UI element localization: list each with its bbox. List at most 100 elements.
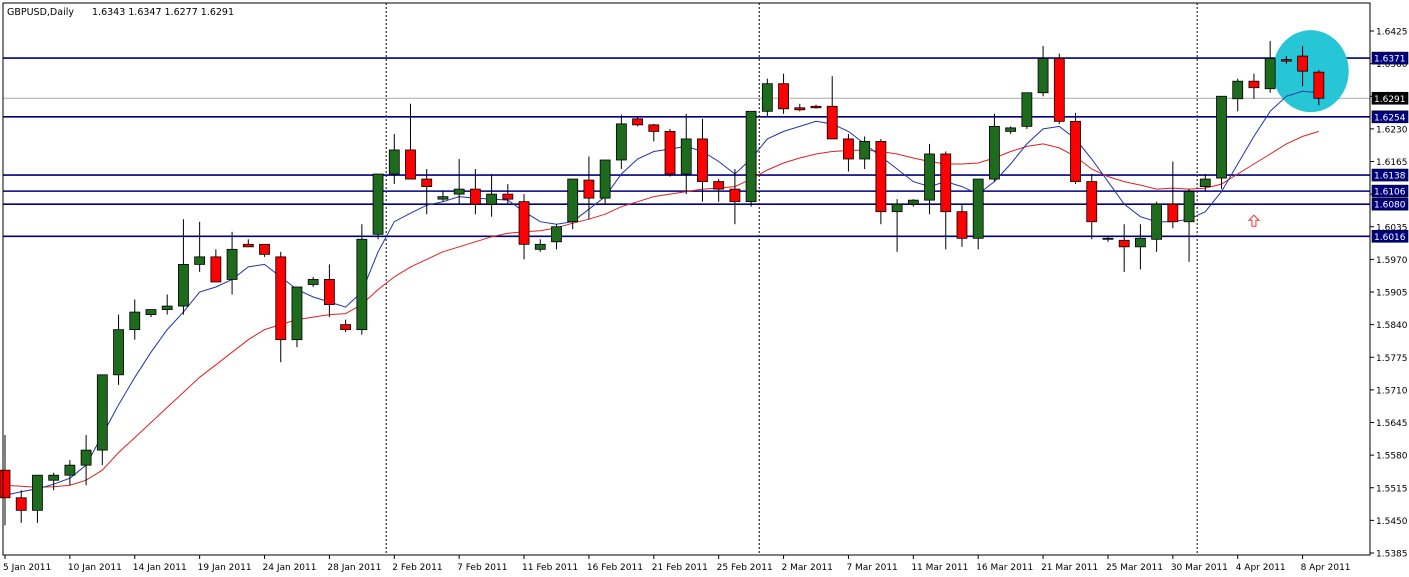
chart-ohlc-label: 1.6343 1.6347 1.6277 1.6291 bbox=[92, 7, 234, 18]
y-tick-label: 1.5970 bbox=[1376, 256, 1408, 266]
bear-candle-body bbox=[940, 153, 952, 213]
candle bbox=[1021, 92, 1033, 129]
bear-candle-body bbox=[1070, 120, 1081, 182]
candlestick-chart[interactable]: 1.64251.63601.62951.62301.61651.61001.60… bbox=[0, 0, 1409, 573]
y-tick-label: 1.5450 bbox=[1376, 517, 1408, 527]
level-price-tag: 1.6138 bbox=[1374, 172, 1406, 182]
bear-candle-body bbox=[632, 118, 643, 126]
bull-candle-body bbox=[615, 123, 627, 161]
x-tick-label: 10 Jan 2011 bbox=[68, 563, 122, 573]
y-tick-label: 1.5515 bbox=[1376, 484, 1408, 494]
bear-candle-body bbox=[518, 201, 530, 245]
bull-candle-body bbox=[226, 248, 238, 280]
y-tick-label: 1.5385 bbox=[1376, 550, 1408, 560]
x-tick-label: 4 Apr 2011 bbox=[1236, 563, 1286, 573]
bear-candle-body bbox=[1118, 239, 1130, 248]
y-tick-label: 1.5775 bbox=[1376, 354, 1408, 364]
x-tick-label: 11 Feb 2011 bbox=[522, 563, 578, 573]
level-price-tag: 1.6106 bbox=[1374, 188, 1406, 198]
x-tick-label: 21 Mar 2011 bbox=[1041, 563, 1098, 573]
candle bbox=[1216, 95, 1227, 190]
x-tick-label: 16 Feb 2011 bbox=[587, 563, 643, 573]
x-tick-label: 24 Jan 2011 bbox=[263, 563, 317, 573]
x-tick-label: 30 Mar 2011 bbox=[1171, 563, 1228, 573]
bull-candle-body bbox=[551, 226, 562, 243]
bear-candle-body bbox=[0, 469, 11, 499]
candle bbox=[664, 128, 676, 177]
bull-candle-body bbox=[1151, 203, 1163, 240]
bear-candle-body bbox=[729, 188, 741, 203]
candle bbox=[1070, 112, 1081, 185]
bull-candle-body bbox=[80, 449, 92, 466]
bull-candle-body bbox=[194, 256, 206, 265]
bear-candle-body bbox=[1248, 80, 1260, 89]
bull-candle-body bbox=[307, 279, 319, 285]
x-tick-label: 11 Mar 2011 bbox=[911, 563, 968, 573]
bull-candle-body bbox=[178, 263, 189, 307]
bull-candle-body bbox=[534, 243, 546, 250]
x-tick-label: 8 Apr 2011 bbox=[1301, 563, 1351, 573]
candle bbox=[745, 110, 757, 207]
bear-candle-body bbox=[794, 107, 806, 111]
bull-candle-body bbox=[1005, 127, 1017, 132]
bear-candle-body bbox=[469, 188, 481, 205]
y-tick-label: 1.5840 bbox=[1376, 321, 1408, 331]
x-tick-label: 25 Feb 2011 bbox=[717, 563, 773, 573]
bull-candle-body bbox=[64, 464, 76, 476]
y-tick-label: 1.5580 bbox=[1376, 452, 1408, 462]
bull-candle-body bbox=[1037, 58, 1049, 94]
x-tick-label: 2 Feb 2011 bbox=[392, 563, 442, 573]
bull-candle-body bbox=[989, 125, 1000, 180]
chart-window: 1.64251.63601.62951.62301.61651.61001.60… bbox=[0, 0, 1409, 573]
x-tick-label: 16 Mar 2011 bbox=[976, 563, 1033, 573]
bear-candle-body bbox=[1053, 58, 1065, 122]
candle bbox=[356, 224, 368, 335]
y-tick-label: 1.6230 bbox=[1376, 125, 1408, 135]
x-tick-label: 25 Mar 2011 bbox=[1106, 563, 1163, 573]
x-tick-label: 19 Jan 2011 bbox=[198, 563, 252, 573]
bear-candle-body bbox=[1313, 71, 1325, 99]
bull-candle-body bbox=[859, 141, 871, 160]
bear-candle-body bbox=[664, 130, 676, 175]
x-tick-label: 14 Jan 2011 bbox=[133, 563, 187, 573]
x-tick-label: 2 Mar 2011 bbox=[782, 563, 833, 573]
bear-candle-body bbox=[648, 124, 660, 132]
bear-candle-body bbox=[1086, 181, 1098, 223]
x-tick-label: 21 Feb 2011 bbox=[652, 563, 708, 573]
bull-candle-body bbox=[745, 110, 757, 203]
bear-candle-body bbox=[875, 141, 887, 213]
bear-candle-body bbox=[405, 149, 416, 180]
bull-candle-body bbox=[761, 83, 773, 112]
bear-candle-body bbox=[956, 211, 968, 239]
bull-candle-body bbox=[907, 199, 919, 205]
level-price-tag: 1.6254 bbox=[1374, 113, 1406, 123]
bear-candle-body bbox=[1297, 55, 1308, 72]
bull-candle-body bbox=[437, 196, 449, 200]
y-tick-label: 1.6425 bbox=[1376, 28, 1408, 38]
bull-candle-body bbox=[1264, 58, 1276, 90]
bear-candle-body bbox=[340, 324, 352, 331]
bear-candle-body bbox=[502, 193, 514, 200]
bull-candle-body bbox=[356, 238, 368, 331]
x-tick-label: 5 Jan 2011 bbox=[3, 563, 51, 573]
bull-candle-body bbox=[680, 138, 692, 175]
bull-candle-body bbox=[129, 311, 141, 331]
bull-candle-body bbox=[891, 203, 903, 213]
bull-candle-body bbox=[145, 309, 157, 315]
highlight-circle bbox=[1272, 30, 1349, 113]
bear-candle-body bbox=[1167, 203, 1179, 223]
chart-symbol-label: GBPUSD,Daily bbox=[7, 7, 74, 18]
bear-candle-body bbox=[242, 243, 254, 248]
bull-candle-body bbox=[1102, 237, 1114, 240]
candle bbox=[875, 138, 887, 225]
bear-candle-body bbox=[259, 243, 270, 255]
bear-candle-body bbox=[1280, 59, 1292, 62]
level-price-tag: 1.6080 bbox=[1374, 201, 1406, 211]
bull-candle-body bbox=[924, 153, 935, 201]
x-tick-label: 28 Jan 2011 bbox=[327, 563, 381, 573]
highlight-circle-layer bbox=[1272, 30, 1349, 113]
bear-candle-body bbox=[826, 105, 838, 140]
bear-candle-body bbox=[421, 178, 433, 187]
bear-candle-body bbox=[275, 256, 287, 341]
candle bbox=[1053, 53, 1065, 124]
